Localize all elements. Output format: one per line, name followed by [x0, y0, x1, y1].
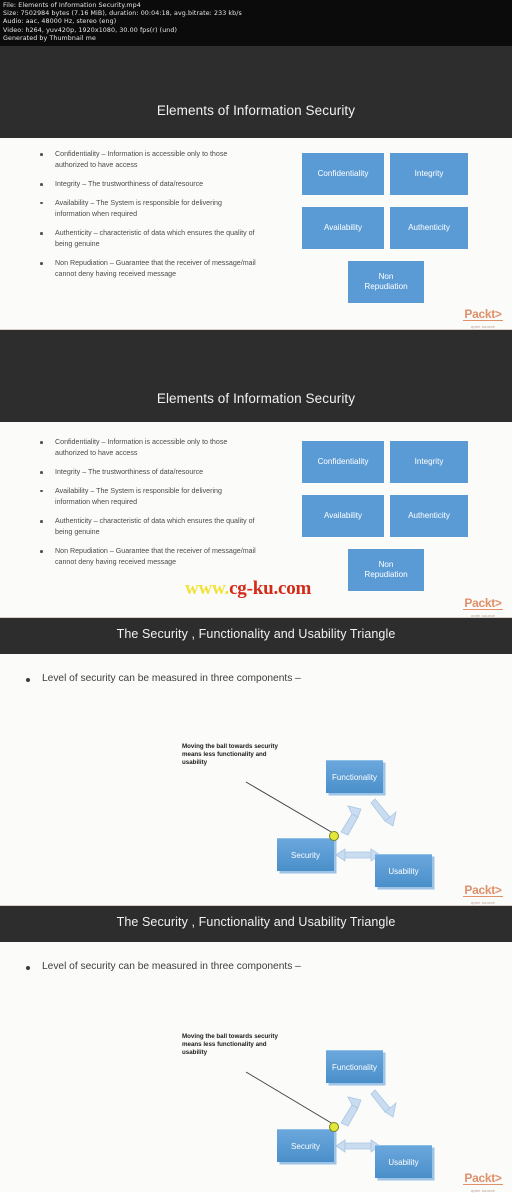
packt-tagline: open source — [470, 899, 496, 905]
slide-2-bullet-list: Confidentiality – Information is accessi… — [38, 437, 258, 576]
list-item: Integrity – The trustworthiness of data/… — [38, 467, 258, 478]
list-item: Confidentiality – Information is accessi… — [38, 437, 258, 460]
packt-wordmark: Packt> — [463, 307, 503, 321]
slide-3-title: The Security , Functionality and Usabili… — [116, 627, 396, 641]
packt-wordmark: Packt> — [463, 1171, 503, 1185]
list-item: Non Repudiation – Guarantee that the rec… — [38, 546, 258, 569]
triangle-connectors — [245, 1071, 397, 1153]
triangle-node-usability: Usability — [375, 854, 432, 887]
mediainfo-file: File: Elements of Information Security.m… — [3, 2, 141, 9]
security-ball-marker — [329, 831, 339, 841]
list-item: Confidentiality – Information is accessi… — [38, 149, 258, 172]
slide-4-title: The Security , Functionality and Usabili… — [116, 915, 396, 929]
triangle-node-security: Security — [277, 838, 334, 871]
element-box-availability: Availability — [302, 495, 384, 537]
mediainfo-generator: Generated by Thumbnail me — [3, 34, 96, 42]
packt-logo: Packt> open source — [458, 594, 508, 618]
triangle-node-functionality: Functionality — [326, 760, 383, 793]
watermark-domain: cg-ku.com — [229, 578, 312, 599]
packt-logo: Packt> open source — [458, 305, 508, 329]
list-item: Availability – The System is responsible… — [38, 198, 258, 221]
list-item: Authenticity – characteristic of data wh… — [38, 228, 258, 251]
element-box-confidentiality: Confidentiality — [302, 441, 384, 483]
element-box-authenticity: Authenticity — [390, 207, 468, 249]
triangle-diagram: Moving the ball towards security means l… — [0, 654, 512, 894]
triangle-node-security: Security — [277, 1129, 334, 1162]
packt-logo: Packt> open source — [458, 881, 508, 905]
element-box-integrity: Integrity — [390, 441, 468, 483]
mediainfo-header: File: Elements of Information Security.m… — [0, 0, 512, 46]
mediainfo-video: Video: h264, yuv420p, 1920x1080, 30.00 f… — [3, 26, 178, 34]
watermark-prefix: www. — [185, 578, 230, 599]
triangle-node-usability: Usability — [375, 1145, 432, 1178]
slide-1-title: Elements of Information Security — [156, 103, 356, 118]
list-item: Availability – The System is responsible… — [38, 486, 258, 509]
element-box-non-repudiation: Non Repudiation — [348, 549, 424, 591]
slide-2-title: Elements of Information Security — [156, 391, 356, 406]
list-item: Authenticity – characteristic of data wh… — [38, 516, 258, 539]
element-box-non-repudiation: Non Repudiation — [348, 261, 424, 303]
slide-1-title-band — [0, 46, 512, 138]
slide-1-bullet-list: Confidentiality – Information is accessi… — [38, 149, 258, 288]
site-watermark: www.cg-ku.com — [185, 578, 311, 600]
list-item: Integrity – The trustworthiness of data/… — [38, 179, 258, 190]
element-box-availability: Availability — [302, 207, 384, 249]
element-box-authenticity: Authenticity — [390, 495, 468, 537]
packt-wordmark: Packt> — [463, 596, 503, 610]
element-box-integrity: Integrity — [390, 153, 468, 195]
packt-logo: Packt> open source — [458, 1169, 508, 1193]
triangle-node-functionality: Functionality — [326, 1050, 383, 1083]
packt-tagline: open source — [470, 323, 496, 329]
triangle-diagram: Moving the ball towards security means l… — [0, 942, 512, 1192]
triangle-connectors — [245, 781, 397, 862]
packt-wordmark: Packt> — [463, 883, 503, 897]
slide-2-title-band — [0, 330, 512, 422]
element-box-confidentiality: Confidentiality — [302, 153, 384, 195]
security-ball-marker — [329, 1122, 339, 1132]
list-item: Non Repudiation – Guarantee that the rec… — [38, 258, 258, 281]
mediainfo-size: Size: 7502984 bytes (7.16 MiB), duration… — [3, 10, 242, 18]
mediainfo-audio: Audio: aac, 48000 Hz, stereo (eng) — [3, 18, 117, 26]
